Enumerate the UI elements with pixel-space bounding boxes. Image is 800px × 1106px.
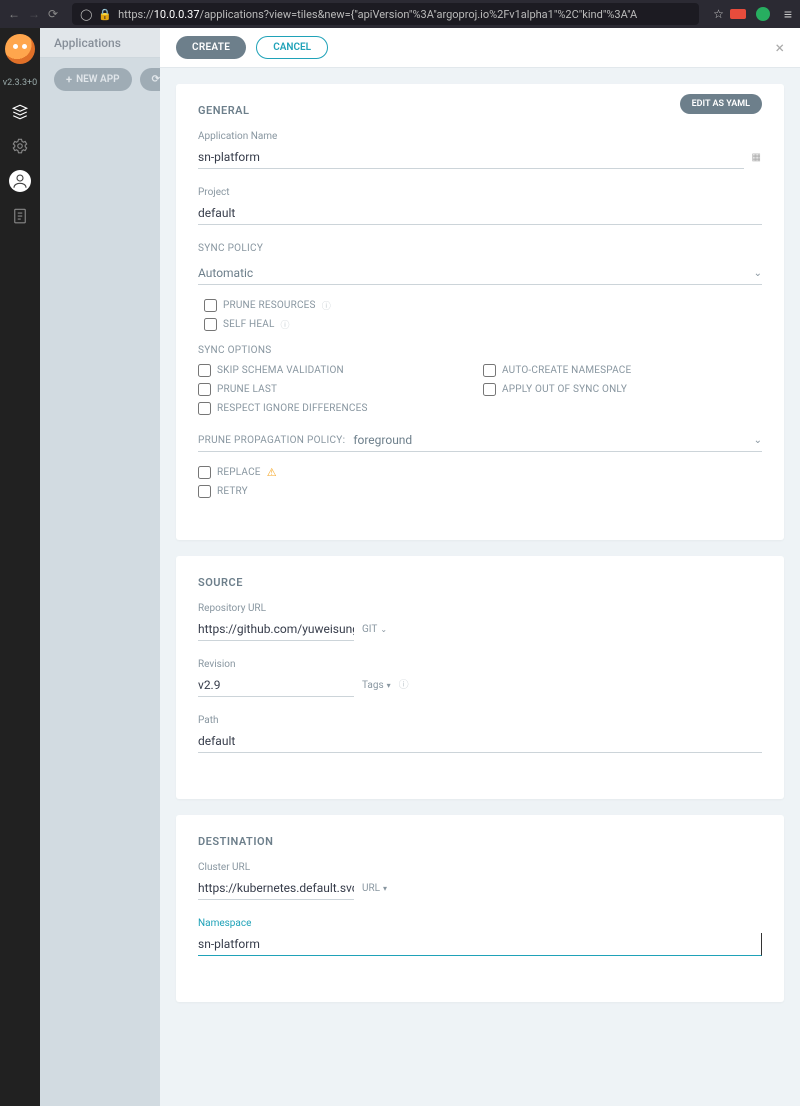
chevron-down-icon: ⌄	[754, 268, 762, 279]
field-action-icon[interactable]: ▦	[750, 152, 762, 164]
skip-schema-checkbox[interactable]: SKIP SCHEMA VALIDATION	[198, 364, 477, 377]
sync-options-label: SYNC OPTIONS	[198, 345, 762, 356]
app-name-label: Application Name	[198, 131, 762, 142]
bookmark-icon[interactable]: ☆	[713, 7, 724, 21]
info-icon: ⓘ	[322, 299, 331, 312]
browser-toolbar: ← → ⟳ ◯ 🔒 https://10.0.0.37/applications…	[0, 0, 800, 28]
repo-type-select[interactable]: GIT ⌄	[362, 624, 387, 641]
reload-icon[interactable]: ⟳	[48, 7, 58, 21]
section-title: GENERAL	[198, 104, 762, 117]
prune-last-checkbox[interactable]: PRUNE LAST	[198, 383, 477, 396]
replace-checkbox[interactable]: REPLACE⚠	[198, 466, 762, 479]
cluster-url-label: Cluster URL	[198, 862, 354, 873]
source-section: SOURCE Repository URL GIT ⌄ Revision	[176, 556, 784, 799]
project-label: Project	[198, 187, 762, 198]
menu-icon[interactable]: ≡	[784, 6, 792, 23]
user-icon[interactable]	[9, 170, 31, 192]
apply-oos-checkbox[interactable]: APPLY OUT OF SYNC ONLY	[483, 383, 762, 396]
argo-logo-icon[interactable]	[5, 34, 35, 64]
shield-icon: ◯	[80, 8, 92, 21]
close-icon[interactable]: ×	[775, 38, 784, 57]
docs-icon[interactable]	[10, 206, 30, 226]
chevron-down-icon: ▾	[387, 681, 391, 690]
url-bar[interactable]: ◯ 🔒 https://10.0.0.37/applications?view=…	[72, 3, 699, 25]
chevron-down-icon: ⌄	[380, 625, 387, 634]
section-title: SOURCE	[198, 576, 762, 589]
project-input[interactable]	[198, 202, 762, 225]
extension-icon[interactable]	[730, 9, 746, 19]
prune-propagation-select[interactable]: PRUNE PROPAGATION POLICY: foreground ⌄	[198, 429, 762, 452]
path-input[interactable]	[198, 730, 762, 753]
info-icon: ⓘ	[281, 318, 290, 331]
create-app-panel: CREATE CANCEL × EDIT AS YAML GENERAL App…	[160, 28, 800, 1106]
revision-type-select[interactable]: Tags ▾	[362, 680, 391, 697]
destination-section: DESTINATION Cluster URL URL ▾ Namespace	[176, 815, 784, 1002]
sidebar-rail: v2.3.3+0	[0, 28, 40, 1106]
path-label: Path	[198, 715, 762, 726]
info-icon: ⓘ	[399, 676, 409, 697]
self-heal-checkbox[interactable]: SELF HEALⓘ	[204, 318, 762, 331]
create-button[interactable]: CREATE	[176, 36, 246, 59]
back-icon[interactable]: ←	[8, 7, 20, 21]
sync-policy-label: SYNC POLICY	[198, 243, 762, 254]
repo-url-input[interactable]	[198, 618, 354, 641]
applications-icon[interactable]	[10, 102, 30, 122]
cancel-button[interactable]: CANCEL	[256, 36, 328, 59]
auto-create-ns-checkbox[interactable]: AUTO-CREATE NAMESPACE	[483, 364, 762, 377]
cluster-url-input[interactable]	[198, 877, 354, 900]
prune-resources-checkbox[interactable]: PRUNE RESOURCESⓘ	[204, 299, 762, 312]
namespace-input[interactable]	[198, 933, 762, 956]
revision-input[interactable]	[198, 674, 354, 697]
repo-url-label: Repository URL	[198, 603, 354, 614]
chevron-down-icon: ⌄	[754, 435, 762, 446]
app-name-input[interactable]	[198, 146, 744, 169]
respect-ignore-checkbox[interactable]: RESPECT IGNORE DIFFERENCES	[198, 402, 477, 415]
settings-icon[interactable]	[10, 136, 30, 156]
extension-icon[interactable]	[756, 7, 770, 21]
warning-icon: ⚠	[267, 466, 277, 479]
sync-policy-select[interactable]: Automatic ⌄	[198, 262, 762, 285]
version-label: v2.3.3+0	[3, 78, 37, 88]
section-title: DESTINATION	[198, 835, 762, 848]
chevron-down-icon: ▾	[383, 884, 387, 893]
namespace-label: Namespace	[198, 918, 762, 929]
general-section: EDIT AS YAML GENERAL Application Name ▦ …	[176, 84, 784, 540]
edit-as-yaml-button[interactable]: EDIT AS YAML	[680, 94, 762, 114]
cluster-type-select[interactable]: URL ▾	[362, 883, 387, 900]
forward-icon: →	[28, 7, 40, 21]
retry-checkbox[interactable]: RETRY	[198, 485, 762, 498]
lock-icon: 🔒	[98, 8, 112, 21]
revision-label: Revision	[198, 659, 354, 670]
